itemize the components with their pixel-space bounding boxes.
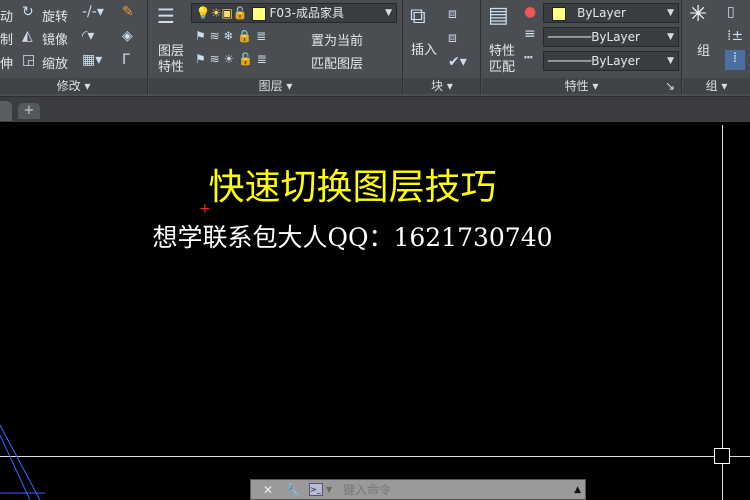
layers-panel: ☰ 图层 特性 💡☀▣🔓 F03-成品家具 ▼ ⚑ ≋ ❄ 🔒 ≣ 置为当前 ⚑… bbox=[149, 0, 403, 94]
group-button[interactable]: 组 bbox=[697, 40, 710, 59]
chevron-down-icon: ▼ bbox=[667, 56, 674, 66]
color-swatch bbox=[551, 6, 566, 21]
erase-icon[interactable]: ✎ bbox=[122, 4, 134, 20]
match-layer-button[interactable]: 匹配图层 bbox=[311, 53, 363, 72]
rotate-icon: ↻ bbox=[22, 4, 34, 20]
set-current-button[interactable]: 置为当前 bbox=[311, 30, 363, 49]
dialog-launcher-icon[interactable]: ↘ bbox=[665, 78, 675, 94]
chevron-down-icon[interactable]: ▼ bbox=[326, 480, 332, 500]
match-properties-button-2[interactable]: 匹配 bbox=[489, 56, 515, 75]
mirror-button[interactable]: 镜像 bbox=[42, 29, 68, 48]
explode-icon[interactable]: ◈ bbox=[122, 28, 133, 44]
attribute-icon[interactable]: ✔▾ bbox=[448, 54, 467, 70]
match-properties-icon: ▤ bbox=[488, 3, 509, 28]
copy-button[interactable]: 制 bbox=[0, 29, 13, 48]
command-input[interactable]: 键入命令 bbox=[343, 480, 391, 500]
stretch-button[interactable]: 伸 bbox=[0, 53, 13, 72]
command-prompt-icon[interactable]: >_ bbox=[309, 483, 323, 496]
new-tab-button[interactable]: + bbox=[18, 103, 40, 119]
file-tab-bar: + bbox=[0, 96, 750, 122]
layer-color-swatch bbox=[251, 6, 266, 21]
trim-icon[interactable]: -/-▾ bbox=[82, 4, 104, 20]
ribbon: 动 制 伸 ↻ 旋转 ◭ 镜像 ◲ 缩放 -/-▾ ◜▾ ▦▾ ✎ ◈ ᒥ 修改… bbox=[0, 0, 750, 96]
layer-dropdown[interactable]: 💡☀▣🔓 F03-成品家具 ▼ bbox=[191, 3, 397, 23]
create-block-icon[interactable]: ⧈ bbox=[448, 6, 457, 22]
layer-properties-button-2[interactable]: 特性 bbox=[158, 56, 184, 75]
line-sample: ────── bbox=[547, 54, 592, 68]
layers-panel-title[interactable]: 图层 ▾ bbox=[149, 78, 402, 94]
group-panel: ✳ 组 ▯ ⁞± ⁞ 组 ▾ bbox=[683, 0, 750, 94]
linetype-value: ByLayer bbox=[591, 54, 640, 68]
array-icon[interactable]: ▦▾ bbox=[82, 52, 102, 68]
layers-label: 图层 bbox=[258, 79, 283, 93]
lineweight-dropdown[interactable]: ──────ByLayer ▼ bbox=[543, 27, 679, 47]
lineweight-value: ByLayer bbox=[591, 30, 640, 44]
linetype-icon: ┅ bbox=[524, 50, 533, 66]
command-line[interactable]: ✕ 🔧 >_ ▼ 键入命令 ▲ bbox=[250, 479, 586, 500]
modify-label: 修改 bbox=[56, 79, 81, 93]
properties-panel: ▤ 特性 匹配 ● ≡ ┅ ByLayer ▼ ──────ByLayer ▼ ──… bbox=[482, 0, 682, 94]
insert-icon: ⧉ bbox=[410, 4, 426, 29]
ungroup-icon[interactable]: ▯ bbox=[727, 4, 735, 20]
color-wheel-icon: ● bbox=[524, 4, 537, 20]
drawing-tab[interactable] bbox=[0, 101, 12, 121]
layer-state-icons: 💡☀▣🔓 bbox=[192, 6, 248, 20]
group-edit-icon[interactable]: ⁞± bbox=[727, 28, 743, 44]
line-sample: ────── bbox=[547, 30, 592, 44]
layer-tools-row1[interactable]: ⚑ ≋ ❄ 🔒 ≣ bbox=[195, 29, 266, 43]
block-panel-title[interactable]: 块 ▾ bbox=[404, 78, 480, 94]
lineweight-icon: ≡ bbox=[524, 26, 536, 42]
properties-panel-title[interactable]: 特性 ▾ ↘ bbox=[482, 78, 681, 94]
drawing-subtitle-text: 想学联系包大人QQ：1621730740 bbox=[152, 223, 553, 252]
layer-properties-icon: ☰ bbox=[157, 4, 175, 28]
move-button[interactable]: 动 bbox=[0, 6, 13, 25]
modify-panel-title[interactable]: 修改 ▾ bbox=[0, 78, 147, 94]
group-icon: ✳ bbox=[689, 2, 708, 27]
block-panel: ⧉ 插入 ⧈ ⧈ ✔▾ 块 ▾ bbox=[404, 0, 481, 94]
fillet-icon[interactable]: ◜▾ bbox=[82, 28, 94, 44]
rotate-button[interactable]: 旋转 bbox=[42, 6, 68, 25]
edit-block-icon[interactable]: ⧈ bbox=[448, 30, 457, 46]
group-panel-title[interactable]: 组 ▾ bbox=[683, 78, 750, 94]
color-value: ByLayer bbox=[577, 6, 626, 20]
color-dropdown[interactable]: ByLayer ▼ bbox=[543, 3, 679, 23]
partial-triangle-shape bbox=[0, 425, 45, 500]
grip-square[interactable] bbox=[714, 448, 730, 464]
chevron-down-icon: ▼ bbox=[385, 8, 392, 18]
layer-tools-row2[interactable]: ⚑ ≋ ☀ 🔓 ≣ bbox=[195, 52, 267, 66]
close-icon[interactable]: ✕ bbox=[263, 480, 273, 500]
wrench-icon[interactable]: 🔧 bbox=[285, 480, 300, 500]
group-label: 组 bbox=[705, 79, 718, 93]
viewport-border-horizontal bbox=[0, 456, 750, 457]
chevron-down-icon: ▼ bbox=[667, 8, 674, 18]
current-layer-name: F03-成品家具 bbox=[269, 6, 344, 20]
group-select-icon[interactable]: ⁞ bbox=[725, 50, 745, 70]
drawing-title-text: 快速切换图层技巧 bbox=[208, 167, 497, 208]
properties-label: 特性 bbox=[564, 79, 589, 93]
linetype-dropdown[interactable]: ──────ByLayer ▼ bbox=[543, 51, 679, 71]
offset-icon[interactable]: ᒥ bbox=[122, 52, 130, 68]
modify-panel: 动 制 伸 ↻ 旋转 ◭ 镜像 ◲ 缩放 -/-▾ ◜▾ ▦▾ ✎ ◈ ᒥ 修改… bbox=[0, 0, 148, 94]
mirror-icon: ◭ bbox=[22, 28, 33, 44]
scale-button[interactable]: 缩放 bbox=[42, 53, 68, 72]
viewport-border-vertical bbox=[722, 125, 723, 500]
insert-button[interactable]: 插入 bbox=[411, 39, 437, 58]
scale-icon: ◲ bbox=[22, 52, 36, 68]
block-label: 块 bbox=[431, 79, 444, 93]
chevron-down-icon: ▼ bbox=[667, 32, 674, 42]
command-history-toggle[interactable]: ▲ bbox=[574, 480, 581, 500]
